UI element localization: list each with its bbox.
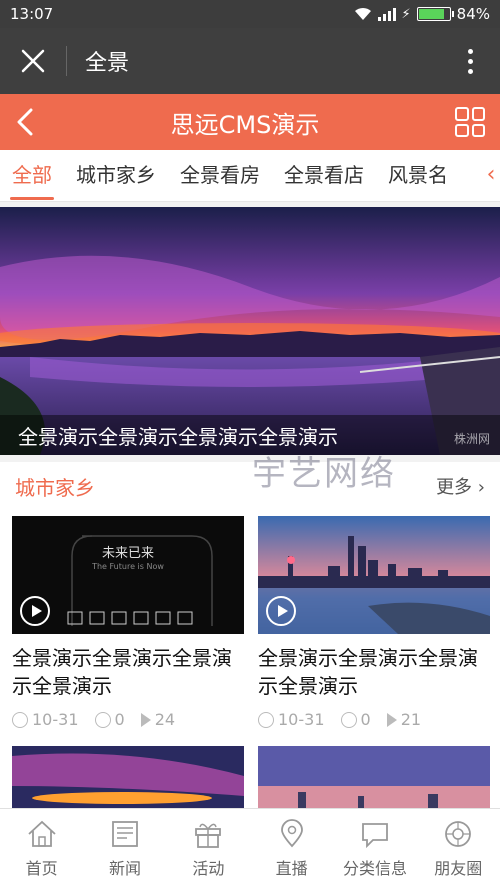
nav-home-label: 首页 (25, 858, 58, 878)
menu-grid-button[interactable] (440, 107, 500, 137)
play-icon[interactable] (20, 596, 50, 626)
section-header: 城市家乡 更多 › (0, 462, 500, 510)
nav-news-label: 新闻 (108, 858, 141, 878)
views-icon (140, 712, 151, 727)
views-icon (386, 712, 397, 727)
news-icon (112, 820, 138, 847)
nav-classifieds[interactable]: 分类信息 (333, 809, 416, 888)
nav-live-label: 直播 (275, 858, 308, 878)
home-icon (28, 820, 56, 847)
card-thumb-title: 未来已来 (101, 546, 154, 561)
clock-icon (12, 711, 28, 728)
grid-icon (455, 107, 485, 137)
site-title: 思远CMS演示 (170, 110, 320, 139)
comment-icon (340, 711, 357, 728)
card-item-partial[interactable] (12, 746, 244, 808)
nav-news[interactable]: 新闻 (83, 809, 166, 888)
card-item-partial[interactable] (258, 746, 490, 808)
card-views: 24 (154, 710, 176, 729)
status-time: 13:07 (10, 5, 54, 23)
card-thumb-subtitle: The Future is Now (92, 562, 164, 571)
page-title: 全景 (85, 51, 130, 76)
signal-icon (377, 7, 396, 21)
card-meta: 10-31 0 24 (12, 710, 244, 729)
card-title[interactable]: 全景演示全景演示全景演示全景演示 (12, 644, 244, 700)
charging-icon: ⚡ (401, 6, 411, 22)
watermark: 宇艺网络 (252, 454, 396, 494)
chevron-right-icon: › (477, 477, 485, 498)
more-link[interactable]: 更多 › (436, 473, 485, 499)
hero-banner[interactable]: 全景演示全景演示全景演示全景演示 株洲网 (0, 207, 500, 455)
card-date: 10-31 (32, 710, 79, 729)
tab-scenery[interactable]: 风景名 (376, 150, 460, 201)
card-comments: 0 (360, 710, 371, 729)
nav-live[interactable]: 直播 (250, 809, 333, 888)
status-bar: 13:07 ⚡ 84% (0, 0, 500, 28)
banner-caption: 全景演示全景演示全景演示全景演示 (0, 415, 500, 455)
nav-home[interactable]: 首页 (0, 809, 83, 888)
card-thumbnail (258, 746, 490, 808)
card-views: 21 (400, 710, 422, 729)
close-icon (21, 49, 45, 73)
card-thumbnail: 未来已来 The Future is Now (12, 516, 244, 634)
nav-events-label: 活动 (192, 858, 225, 878)
gift-icon (195, 823, 222, 848)
card-meta: 10-31 0 21 (258, 710, 490, 729)
comment-icon (94, 711, 111, 728)
card-comments: 0 (114, 710, 125, 729)
nav-classifieds-label: 分类信息 (342, 858, 407, 878)
location-icon (280, 818, 303, 847)
title-bar: 全景 (0, 28, 500, 94)
card-title[interactable]: 全景演示全景演示全景演示全景演示 (258, 644, 490, 700)
clock-icon (258, 711, 274, 728)
card-thumbnail (12, 746, 244, 808)
chat-icon (362, 822, 388, 848)
card-thumbnail (258, 516, 490, 634)
nav-events[interactable]: 活动 (167, 809, 250, 888)
chevron-left-icon (17, 108, 33, 136)
more-label: 更多 (436, 477, 473, 498)
tab-panorama-house[interactable]: 全景看房 (168, 150, 272, 201)
close-button[interactable] (0, 28, 66, 94)
card-item[interactable]: 全景演示全景演示全景演示全景演示 10-31 0 21 (258, 516, 490, 729)
category-tabs: 全部 城市家乡 全景看房 全景看店 风景名 ‹ (0, 150, 500, 202)
tab-panorama-store[interactable]: 全景看店 (272, 150, 376, 201)
tab-all[interactable]: 全部 (0, 150, 64, 201)
battery-icon (416, 7, 454, 21)
back-button[interactable] (0, 107, 50, 137)
bottom-nav: 首页 新闻 活动 直播 分类信息 朋友圈 (0, 808, 500, 888)
site-header: 思远CMS演示 (0, 94, 500, 150)
wifi-icon (354, 7, 371, 20)
content-grid: 未来已来 The Future is Now 全景演示全景演示全景演示全景演示 … (0, 510, 500, 808)
card-item[interactable]: 未来已来 The Future is Now 全景演示全景演示全景演示全景演示 … (12, 516, 244, 729)
nav-moments-label: 朋友圈 (434, 858, 483, 878)
play-icon[interactable] (266, 596, 296, 626)
tabs-scroll-arrow[interactable]: ‹ (482, 150, 500, 201)
nav-moments[interactable]: 朋友圈 (417, 809, 500, 888)
more-options-button[interactable] (440, 28, 500, 94)
battery-level: 84% (456, 5, 490, 23)
tab-city-hometown[interactable]: 城市家乡 (64, 150, 168, 201)
moments-icon (445, 820, 472, 847)
card-date: 10-31 (278, 710, 325, 729)
banner-logo: 株洲网 (453, 432, 490, 446)
